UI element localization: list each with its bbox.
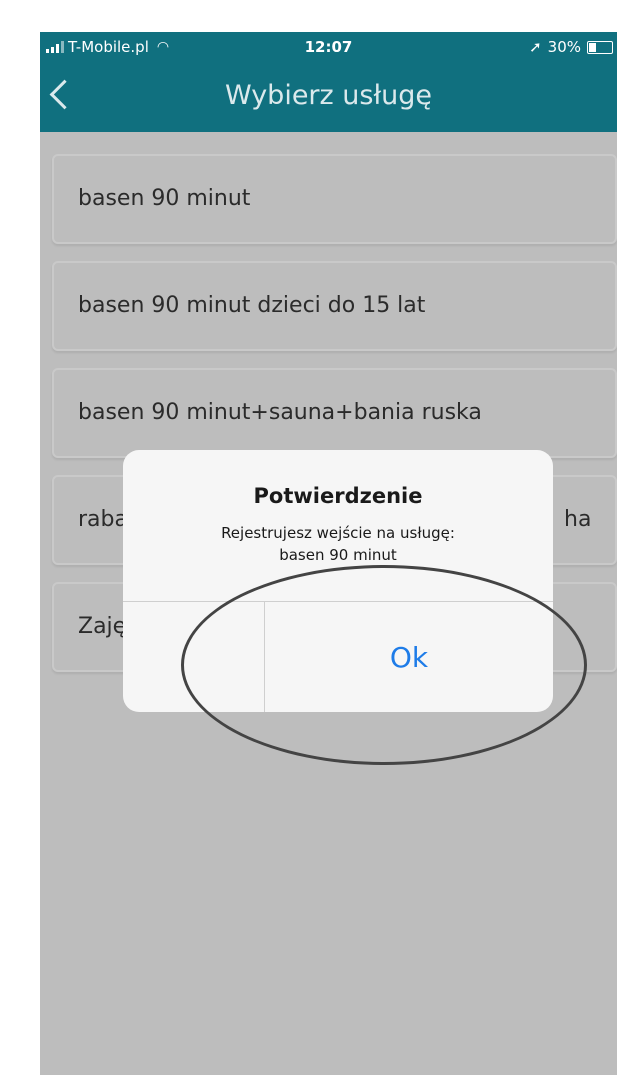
ok-button[interactable]: Ok [265, 602, 553, 712]
battery-percent: 30% [547, 38, 581, 56]
list-item-label: Zaję [78, 614, 127, 639]
location-arrow-icon: ➚ [529, 38, 542, 56]
dialog-left-button-area[interactable] [123, 602, 264, 712]
dialog-message-line-2: basen 90 minut [279, 546, 397, 564]
list-item-service[interactable]: basen 90 minut dzieci do 15 lat [52, 261, 617, 351]
list-item-label-fragment: ha [564, 507, 592, 532]
list-item-service[interactable]: basen 90 minut [52, 154, 617, 244]
status-bar: T-Mobile.pl ◠ 12:07 ➚ 30% [40, 32, 617, 62]
page-title: Wybierz usługę [224, 80, 433, 111]
nav-bar: Wybierz usługę [40, 62, 617, 132]
list-item-label: basen 90 minut [78, 186, 251, 211]
dialog-message-line-1: Rejestrujesz wejście na usługę: [221, 524, 455, 542]
list-item-label: raba [78, 507, 128, 532]
dialog-message: Rejestrujesz wejście na usługę: basen 90… [123, 522, 553, 566]
status-right: ➚ 30% [529, 38, 613, 56]
list-item-label: basen 90 minut+sauna+bania ruska [78, 400, 482, 425]
phone-screen: T-Mobile.pl ◠ 12:07 ➚ 30% Wybierz usługę… [40, 32, 617, 1075]
list-item-label: basen 90 minut dzieci do 15 lat [78, 293, 426, 318]
list-item-service[interactable]: basen 90 minut+sauna+bania ruska [52, 368, 617, 458]
confirmation-dialog: Potwierdzenie Rejestrujesz wejście na us… [123, 450, 553, 712]
battery-icon [587, 40, 613, 54]
dialog-title: Potwierdzenie [253, 484, 423, 508]
